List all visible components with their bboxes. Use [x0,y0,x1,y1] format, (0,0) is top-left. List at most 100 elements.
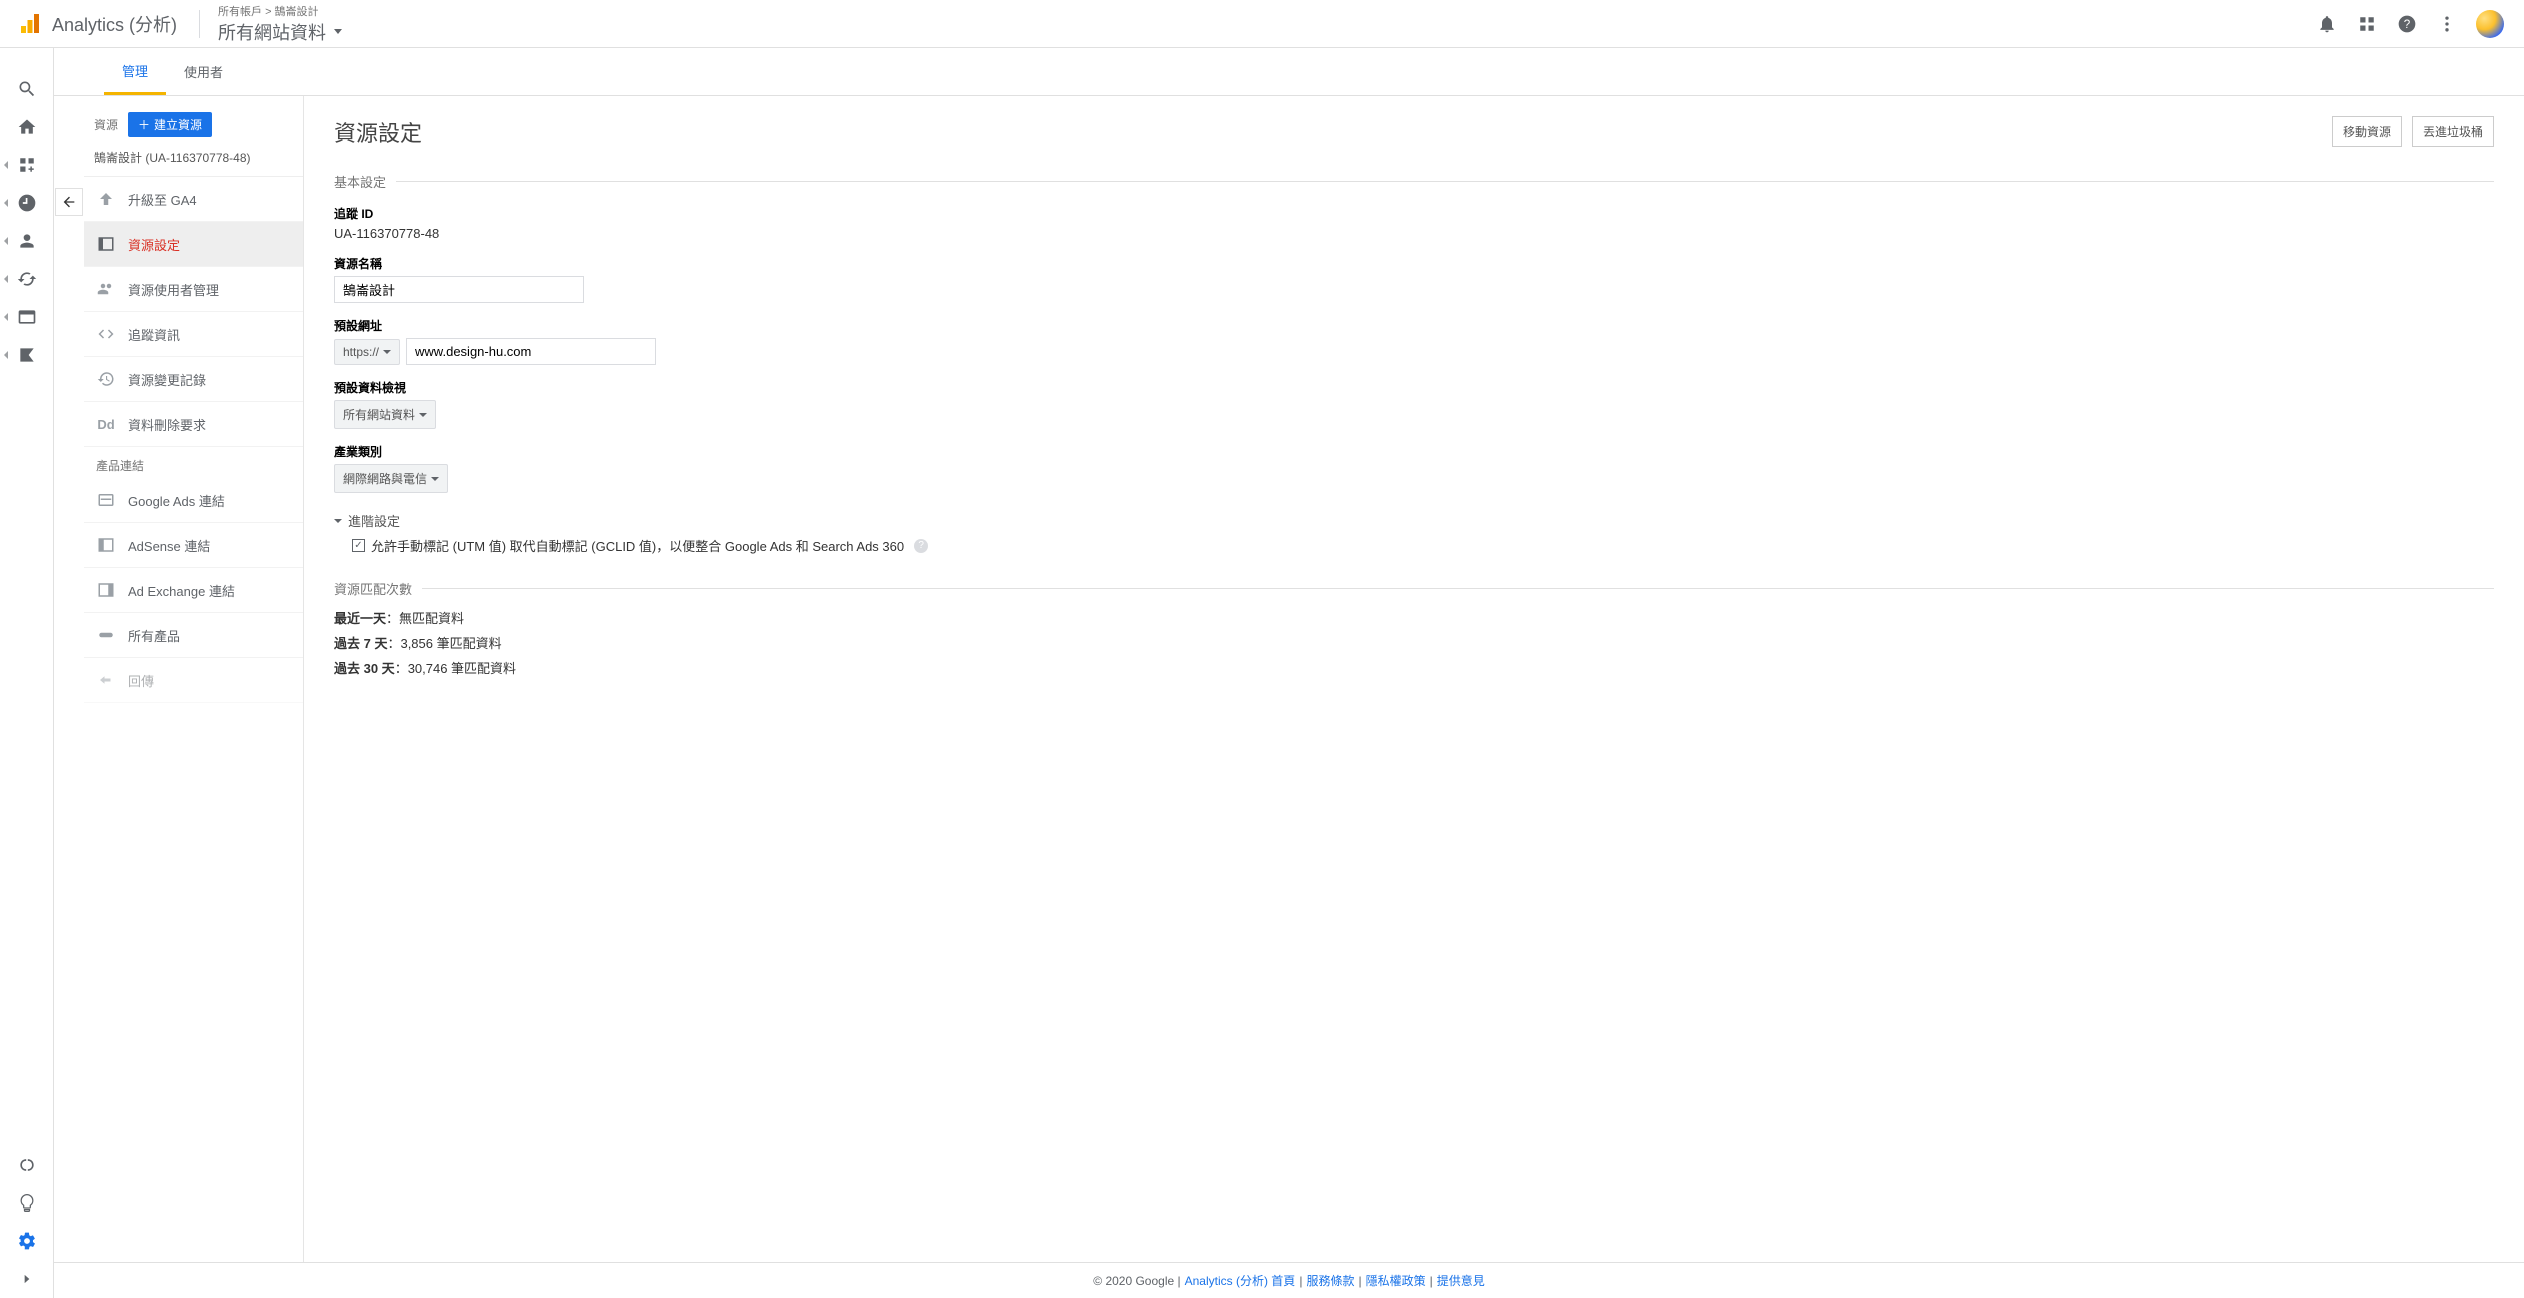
admin-icon[interactable] [0,1222,54,1260]
form-area: 資源設定 移動資源 丟進垃圾桶 基本設定 追蹤 ID UA-116370778-… [304,96,2524,1262]
nav-label: 資料刪除要求 [128,415,206,434]
page-title: 資源設定 [334,116,422,148]
help-icon[interactable]: ? [914,539,928,553]
more-icon[interactable] [2436,13,2458,35]
footer-feedback-link[interactable]: 提供意見 [1437,1272,1485,1289]
industry-select[interactable]: 網際網路與電信 [334,464,448,493]
nav-label: 所有產品 [128,626,180,645]
footer: © 2020 Google | Analytics (分析) 首頁 | 服務條款… [54,1262,2524,1298]
upgrade-icon [96,189,116,209]
chevron-down-icon [419,413,427,417]
footer-privacy-link[interactable]: 隱私權政策 [1366,1272,1426,1289]
property-name-input[interactable] [334,276,584,303]
discover-icon[interactable] [0,1184,54,1222]
allow-manual-tagging-label: 允許手動標記 (UTM 值) 取代自動標記 (GCLID 值)，以便整合 Goo… [371,536,904,555]
column-label: 資源 [94,116,118,133]
nav-change-history[interactable]: 資源變更記錄 [84,357,303,402]
tab-users[interactable]: 使用者 [166,48,241,95]
audience-icon[interactable] [0,222,54,260]
view-name: 所有網站資料 [218,19,342,45]
nav-postback[interactable]: 回傳 [84,658,303,703]
tracking-id-value: UA-116370778-48 [334,226,2494,241]
default-view-select[interactable]: 所有網站資料 [334,400,436,429]
admin-tabs: 管理 使用者 [54,48,2524,96]
customization-icon[interactable] [0,146,54,184]
create-property-label: 建立資源 [154,116,202,133]
nav-property-settings[interactable]: 資源設定 [84,222,303,267]
industry-value: 網際網路與電信 [343,470,427,487]
attribution-icon[interactable] [0,1146,54,1184]
header: Analytics (分析) 所有帳戶 > 鵠崙設計 所有網站資料 ? [0,0,2524,48]
hits-7day: 過去 7 天：3,856 筆匹配資料 [334,633,2494,652]
gads-icon [96,490,116,510]
nav-label: 資源設定 [128,235,180,254]
notifications-icon[interactable] [2316,13,2338,35]
behavior-icon[interactable] [0,298,54,336]
hits-30day: 過去 30 天：30,746 筆匹配資料 [334,658,2494,677]
chevron-down-icon [383,350,391,354]
dd-icon: Dd [96,414,116,434]
search-icon[interactable] [0,70,54,108]
nav-label: 資源變更記錄 [128,370,206,389]
url-protocol-select[interactable]: https:// [334,339,400,365]
collapse-icon[interactable] [0,1260,54,1298]
default-url-input[interactable] [406,338,656,365]
nav-label: Google Ads 連結 [128,491,225,510]
nav-tracking-info[interactable]: 追蹤資訊 [84,312,303,357]
plus-icon: ＋ [138,116,150,133]
nav-label: AdSense 連結 [128,536,210,555]
nav-ad-exchange[interactable]: Ad Exchange 連結 [84,568,303,613]
nav-all-products[interactable]: 所有產品 [84,613,303,658]
back-button[interactable] [55,188,83,216]
hits-1day: 最近一天：無匹配資料 [334,608,2494,627]
copyright: © 2020 Google | [1093,1274,1180,1288]
help-icon[interactable]: ? [2396,13,2418,35]
property-selector[interactable]: 鵠崙設計 (UA-116370778-48) [84,145,303,177]
avatar[interactable] [2476,10,2504,38]
view-selector[interactable]: 所有帳戶 > 鵠崙設計 所有網站資料 [212,3,348,45]
adx-icon [96,580,116,600]
property-icon [96,234,116,254]
protocol-value: https:// [343,345,379,359]
default-view-value: 所有網站資料 [343,406,415,423]
code-icon [96,324,116,344]
nav-label: 資源使用者管理 [128,280,219,299]
section-basic: 基本設定 [334,172,2494,191]
tab-admin[interactable]: 管理 [104,48,166,95]
advanced-toggle[interactable]: 進階設定 [334,511,2494,530]
svg-text:?: ? [2404,18,2411,31]
nav-user-management[interactable]: 資源使用者管理 [84,267,303,312]
industry-label: 產業類別 [334,443,2494,460]
home-icon[interactable] [0,108,54,146]
footer-terms-link[interactable]: 服務條款 [1306,1272,1354,1289]
trash-button[interactable]: 丟進垃圾桶 [2412,116,2494,147]
divider [199,10,200,38]
footer-home-link[interactable]: Analytics (分析) 首頁 [1185,1272,1296,1289]
realtime-icon[interactable] [0,184,54,222]
move-property-button[interactable]: 移動資源 [2332,116,2402,147]
tracking-id-label: 追蹤 ID [334,205,2494,222]
default-url-label: 預設網址 [334,317,2494,334]
logo[interactable]: Analytics (分析) [8,11,187,37]
chevron-down-icon [334,519,342,523]
nav-adsense[interactable]: AdSense 連結 [84,523,303,568]
chevron-down-icon [431,477,439,481]
nav-label: 升級至 GA4 [128,190,197,209]
users-icon [96,279,116,299]
nav-label: 回傳 [128,671,154,690]
advanced-label: 進階設定 [348,511,400,530]
conversions-icon[interactable] [0,336,54,374]
create-property-button[interactable]: ＋ 建立資源 [128,112,212,137]
apps-icon[interactable] [2356,13,2378,35]
view-name-text: 所有網站資料 [218,19,326,45]
nav-data-deletion[interactable]: Dd 資料刪除要求 [84,402,303,447]
acquisition-icon[interactable] [0,260,54,298]
postback-icon [96,670,116,690]
nav-google-ads[interactable]: Google Ads 連結 [84,478,303,523]
analytics-icon [18,12,42,36]
allow-manual-tagging-checkbox[interactable] [352,539,365,552]
header-actions: ? [2316,10,2516,38]
left-nav [0,48,54,1298]
breadcrumb: 所有帳戶 > 鵠崙設計 [218,3,342,19]
nav-upgrade-ga4[interactable]: 升級至 GA4 [84,177,303,222]
